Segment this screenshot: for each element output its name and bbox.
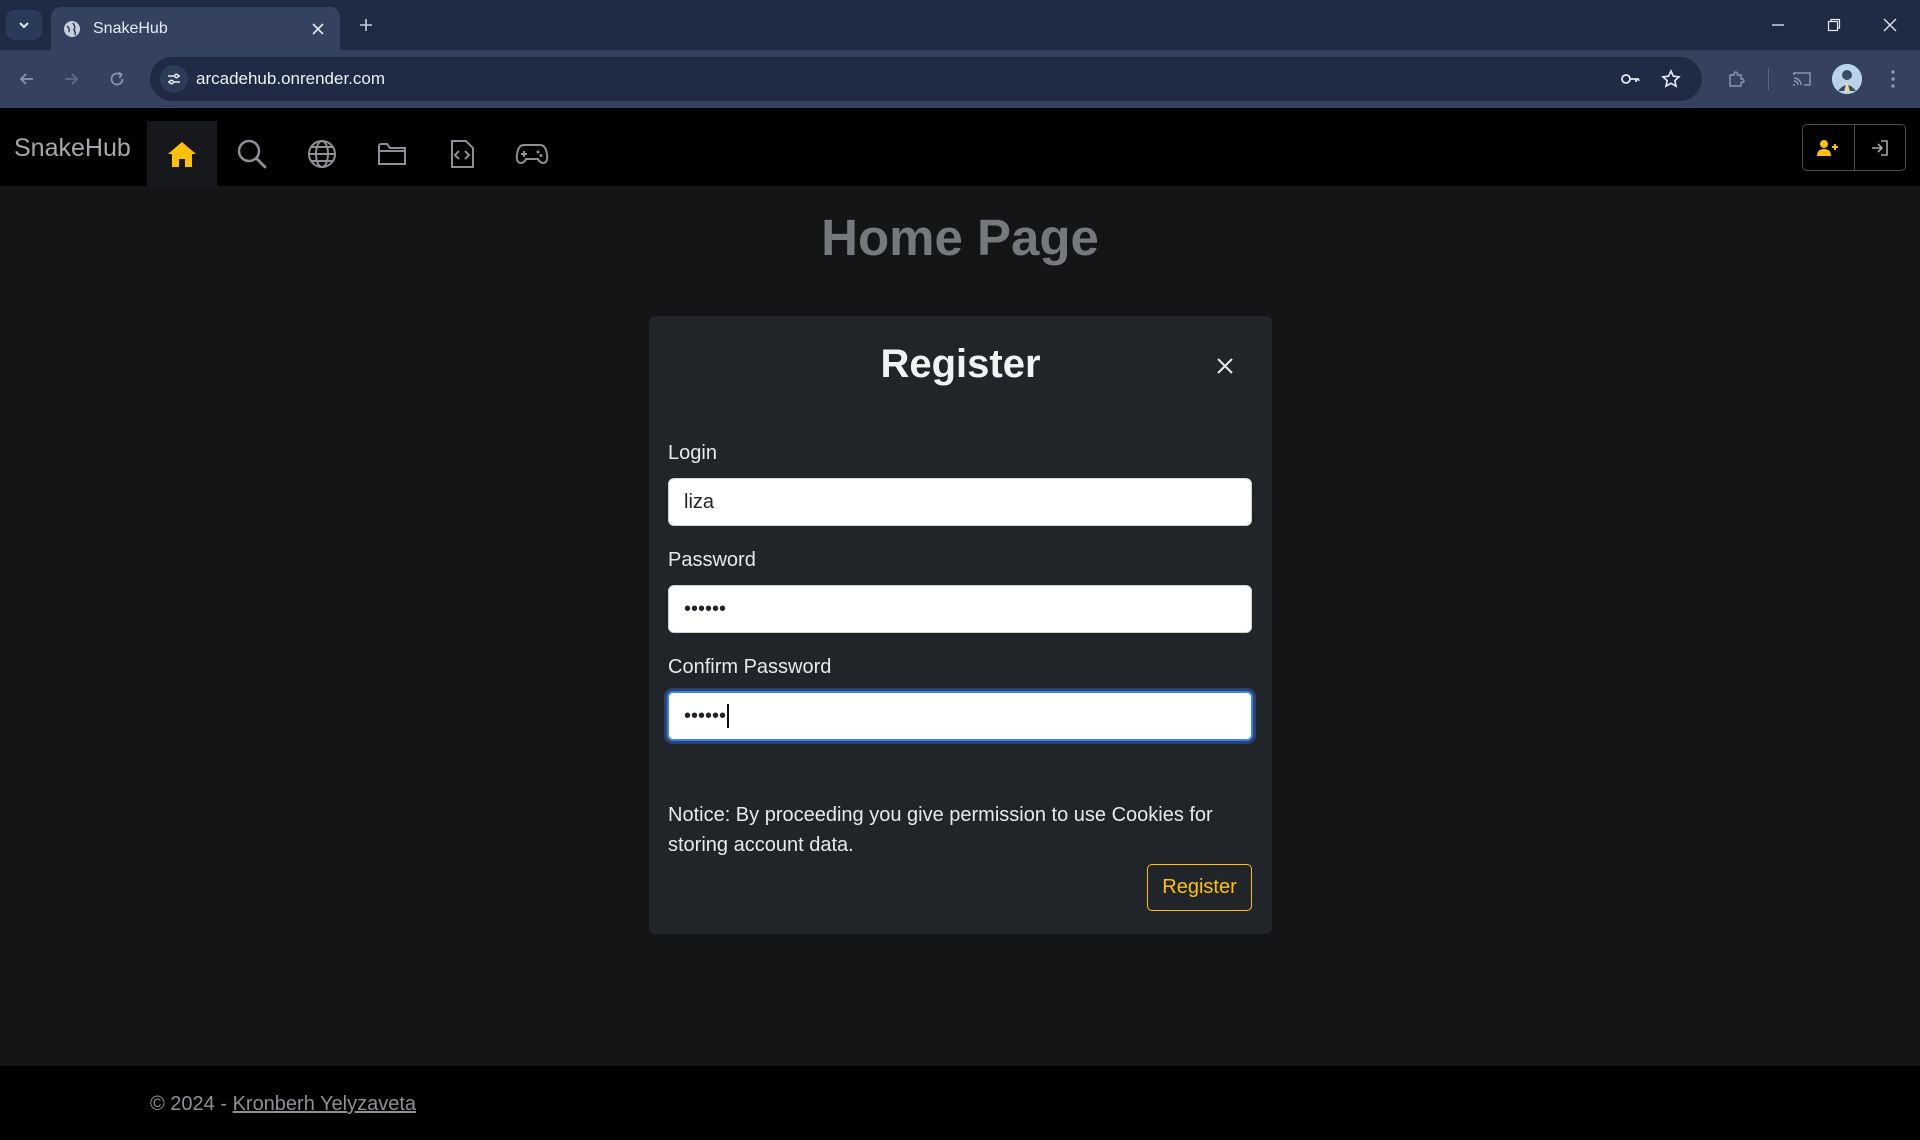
forward-button[interactable] <box>55 63 87 95</box>
nav-home[interactable] <box>147 121 217 187</box>
site-info-button[interactable] <box>160 65 188 93</box>
page-title: Home Page <box>821 209 1099 266</box>
gamepad-icon <box>515 144 549 165</box>
tab-title: SnakeHub <box>93 19 168 37</box>
register-submit-button[interactable]: Register <box>1147 864 1252 911</box>
star-icon <box>1661 69 1681 88</box>
password-key-button[interactable] <box>1618 67 1642 91</box>
close-icon <box>1217 358 1233 374</box>
restore-icon <box>1827 18 1841 32</box>
register-nav-button[interactable] <box>1803 125 1854 170</box>
globe-icon <box>308 140 336 168</box>
password-input[interactable]: •••••• <box>668 585 1252 633</box>
brand-logo[interactable]: SnakeHub <box>14 134 131 163</box>
tab-search-button[interactable] <box>6 10 42 40</box>
reload-icon <box>110 71 124 86</box>
minimize-button[interactable] <box>1750 0 1806 50</box>
tab-close-button[interactable] <box>304 15 332 43</box>
arrow-right-icon <box>65 73 79 85</box>
reload-button[interactable] <box>101 63 133 95</box>
back-button[interactable] <box>11 63 43 95</box>
restore-button[interactable] <box>1806 0 1862 50</box>
site-navbar: SnakeHub <box>0 108 1920 187</box>
address-bar[interactable]: arcadehub.onrender.com <box>150 57 1702 101</box>
extensions-button[interactable] <box>1720 63 1752 95</box>
login-label: Login <box>668 442 717 464</box>
add-user-icon <box>1817 139 1839 156</box>
login-input-value: liza <box>684 490 715 513</box>
browser-tab[interactable]: SnakeHub <box>51 7 340 50</box>
puzzle-icon <box>1729 71 1745 87</box>
code-file-icon <box>451 140 474 168</box>
confirm-password-input-value: •••••• <box>684 704 727 727</box>
footer-copyright: © 2024 - Kronberh Yelyzaveta <box>150 1093 416 1116</box>
bookmark-button[interactable] <box>1659 67 1683 91</box>
search-icon <box>237 139 267 169</box>
login-nav-button[interactable] <box>1853 125 1905 170</box>
profile-avatar[interactable] <box>1832 64 1862 94</box>
url-text: arcadehub.onrender.com <box>196 69 386 88</box>
author-link[interactable]: Kronberh Yelyzaveta <box>233 1093 416 1115</box>
text-caret <box>727 704 729 728</box>
minimize-icon <box>1772 24 1784 26</box>
nav-folder[interactable] <box>357 121 427 187</box>
confirm-password-label: Confirm Password <box>668 656 832 678</box>
confirm-password-input[interactable]: •••••• <box>667 691 1253 741</box>
password-label: Password <box>668 549 756 571</box>
tune-icon <box>168 73 180 85</box>
browser-tab-strip: SnakeHub <box>0 0 1920 50</box>
new-tab-button[interactable] <box>352 11 380 39</box>
site-footer: © 2024 - Kronberh Yelyzaveta <box>0 1066 1920 1140</box>
globe-icon <box>64 20 80 37</box>
nav-code-file[interactable] <box>427 121 497 187</box>
cast-icon <box>1793 72 1811 86</box>
main-content: Home Page Register Login liza Password •… <box>0 186 1920 1066</box>
folder-icon <box>378 143 406 165</box>
arrow-left-icon <box>19 73 33 85</box>
nav-games[interactable] <box>497 121 567 187</box>
auth-button-group <box>1802 124 1906 171</box>
key-icon <box>1621 74 1640 84</box>
nav-globe[interactable] <box>287 121 357 187</box>
more-vertical-icon <box>1891 70 1895 88</box>
toolbar-divider <box>1768 68 1769 90</box>
plus-icon <box>360 19 372 31</box>
window-close-button[interactable] <box>1862 0 1918 50</box>
cookie-notice: Notice: By proceeding you give permissio… <box>668 804 1213 856</box>
chevron-down-icon <box>19 22 29 29</box>
copyright-text: © 2024 - <box>150 1093 233 1115</box>
password-input-value: •••••• <box>684 597 727 620</box>
sign-in-icon <box>1871 139 1888 156</box>
browser-menu-button[interactable] <box>1877 63 1909 95</box>
nav-search[interactable] <box>217 121 287 187</box>
modal-title: Register <box>880 342 1041 386</box>
cast-button[interactable] <box>1786 63 1818 95</box>
browser-toolbar: arcadehub.onrender.com <box>0 50 1920 108</box>
home-icon <box>168 142 196 167</box>
avatar-icon <box>1832 64 1862 94</box>
register-modal: Register Login liza Password •••••• Conf… <box>649 316 1272 934</box>
close-icon <box>312 22 324 35</box>
close-icon <box>1883 18 1897 32</box>
modal-close-button[interactable] <box>1211 352 1239 380</box>
login-input[interactable]: liza <box>668 478 1252 526</box>
